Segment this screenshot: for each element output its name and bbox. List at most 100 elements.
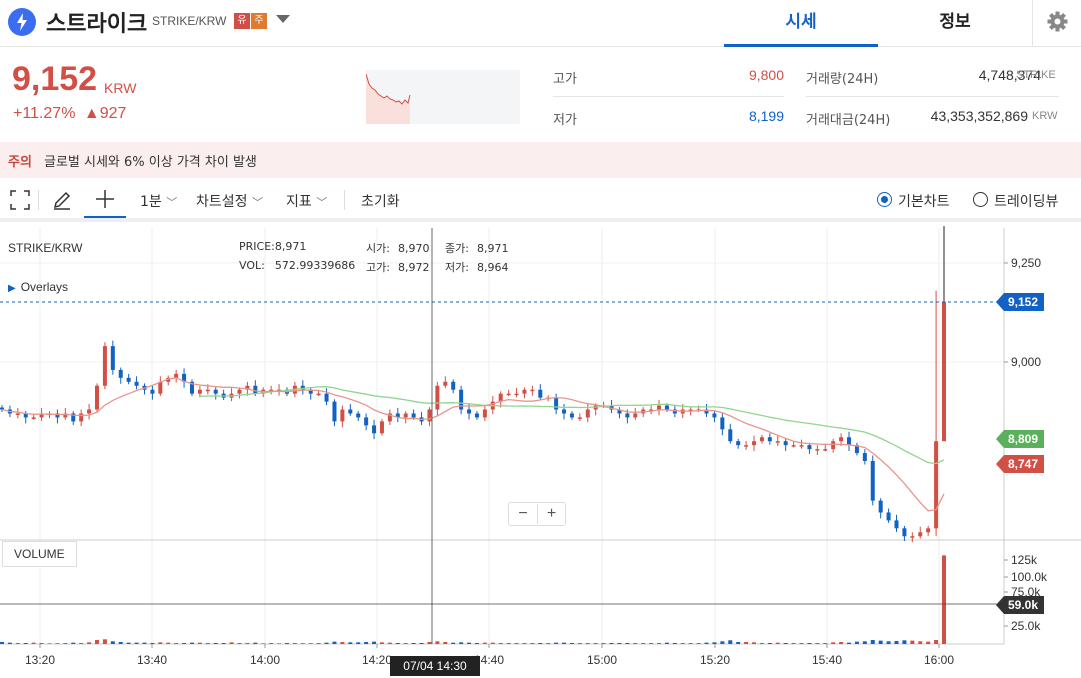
candle-body — [506, 393, 511, 396]
chart-settings-select[interactable]: 차트설정 ﹀ — [196, 191, 263, 211]
toolbar-divider — [38, 190, 39, 210]
volume-bar — [744, 641, 749, 644]
x-tick-label: 14:20 — [362, 653, 392, 667]
candle-body — [791, 445, 796, 447]
candle-body — [316, 393, 321, 396]
candle-body — [870, 461, 875, 501]
candle-body — [213, 389, 218, 394]
volume-bar — [664, 642, 669, 644]
volume-bar — [625, 642, 630, 644]
candle-body — [752, 441, 757, 446]
volume-bar — [807, 642, 812, 644]
volume-bar — [775, 642, 780, 644]
ma-long-line — [199, 386, 945, 465]
tab-info[interactable]: 정보 — [878, 0, 1032, 47]
crosshair-tool[interactable] — [84, 178, 126, 218]
chart-toolbar: 1분 ﹀ 차트설정 ﹀ 지표 ﹀ 초기화 기본차트 트레이딩뷰 — [0, 178, 1081, 222]
volume-bar — [316, 642, 321, 644]
ohlc-close: 종가: 8,971 — [445, 242, 509, 255]
volume-bar — [0, 641, 4, 644]
x-tick-label: 16:00 — [924, 653, 954, 667]
volume-bar — [269, 642, 274, 644]
candle-body — [831, 441, 836, 450]
candle-body — [102, 346, 107, 386]
candle-body — [522, 389, 527, 394]
candle-body — [839, 437, 844, 442]
amount-unit: KRW — [1032, 110, 1058, 122]
coin-dropdown-icon[interactable] — [276, 15, 290, 23]
tab-price[interactable]: 시세 — [724, 0, 878, 47]
volume-bar — [506, 642, 511, 644]
candle-body — [451, 381, 456, 390]
basic-chart-radio[interactable] — [877, 192, 892, 207]
zoom-out-button[interactable]: − — [509, 504, 537, 524]
volume-bar — [609, 642, 614, 644]
candle-body — [862, 453, 867, 461]
indicator-select[interactable]: 지표 ﹀ — [286, 191, 327, 211]
tradingview-radio[interactable] — [973, 192, 988, 207]
change-amount: 927 — [99, 105, 127, 122]
volume-bar — [150, 642, 155, 644]
volume-bar — [474, 642, 479, 644]
candle-body — [372, 425, 377, 434]
crosshair-icon — [96, 190, 114, 208]
volume-bar — [71, 642, 76, 644]
volume-bar — [197, 642, 202, 644]
price-chart[interactable]: 9,2509,000125k100.0k75.0k25.0k13:20 13:40… — [0, 226, 1081, 678]
candle-body — [799, 445, 804, 447]
candle-body — [205, 389, 210, 392]
ohlc-low: 저가: 8,964 — [445, 261, 509, 274]
volume-bar — [372, 641, 377, 644]
warning-banner: 주의 글로벌 시세와 6% 이상 가격 차이 발생 — [0, 142, 1081, 178]
candle-body — [110, 346, 115, 370]
volume-bar — [910, 640, 915, 644]
candle-body — [403, 413, 408, 418]
settings-gear-icon[interactable] — [1032, 0, 1081, 47]
volume-bar — [395, 642, 400, 644]
candle-body — [894, 520, 899, 529]
candle-body — [577, 417, 582, 419]
volume-bar — [696, 642, 701, 644]
volume-bar — [902, 640, 907, 644]
volume-bar — [585, 642, 590, 644]
volume-bar — [720, 641, 725, 644]
volume-bar — [799, 642, 804, 644]
tradingview-label[interactable]: 트레이딩뷰 — [994, 191, 1058, 211]
volume-crosshair-tag: 59.0k — [996, 596, 1045, 614]
top-header: 스트라이크 STRIKE/KRW 유 주 시세 정보 — [0, 0, 1081, 47]
candle-body — [79, 413, 84, 422]
candle-body — [815, 449, 820, 451]
volume-bar — [752, 642, 757, 644]
volume-bar — [680, 642, 685, 644]
candle-body — [514, 393, 519, 396]
sparkline-chart — [365, 70, 520, 124]
zoom-in-button[interactable]: + — [537, 504, 565, 524]
play-triangle-icon: ▶ — [8, 283, 16, 294]
price-unit: KRW — [104, 80, 137, 96]
candle-body — [657, 405, 662, 410]
basic-chart-label[interactable]: 기본차트 — [898, 191, 950, 211]
pencil-draw-icon[interactable] — [52, 190, 72, 210]
candle-body — [720, 417, 725, 430]
volume-bar — [142, 642, 147, 644]
volume-bar — [118, 641, 123, 644]
coin-name: 스트라이크 — [46, 12, 148, 37]
volume-bar — [831, 642, 836, 644]
volume-bar — [688, 642, 693, 644]
price-change: +11.27% ▲927 — [13, 105, 126, 123]
interval-select[interactable]: 1분 ﹀ — [140, 191, 177, 211]
overlays-toggle[interactable]: ▶ Overlays — [8, 280, 68, 294]
candle-body — [443, 381, 448, 386]
volume-bar — [451, 642, 456, 644]
volume-label: 거래량(24H) — [806, 72, 879, 87]
candle-body — [562, 409, 567, 414]
stat-divider — [553, 96, 784, 97]
x-tick-label: 15:00 — [587, 653, 617, 667]
ma-short-line — [1, 377, 945, 512]
candle-body — [736, 441, 741, 446]
fullscreen-icon[interactable] — [10, 190, 30, 210]
candle-body — [775, 441, 780, 443]
volume-bar — [514, 642, 519, 644]
volume-bar — [862, 641, 867, 644]
reset-button[interactable]: 초기화 — [361, 191, 400, 211]
